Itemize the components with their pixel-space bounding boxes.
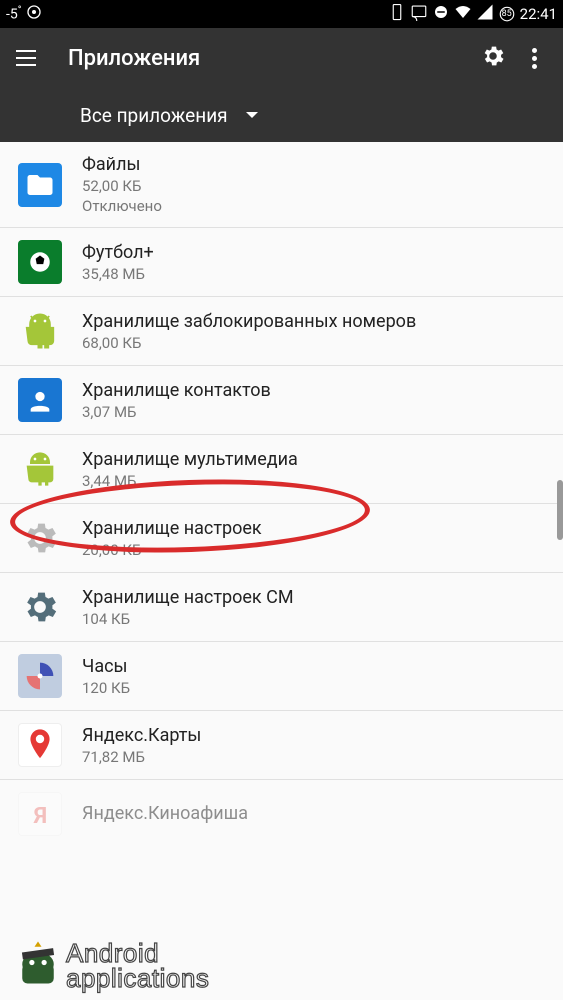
gear-gray-icon <box>18 516 62 560</box>
app-item-files[interactable]: Файлы 52,00 КБ Отключено <box>0 142 563 228</box>
app-item-yandex-cinema[interactable]: Я Яндекс.Киноафиша <box>0 780 563 848</box>
status-temperature: -5° <box>6 5 22 23</box>
chevron-down-icon <box>246 112 258 118</box>
page-title: Приложения <box>68 46 464 71</box>
app-item-cm-settings-storage[interactable]: Хранилище настроек CM 104 КБ <box>0 573 563 642</box>
app-status: Отключено <box>82 197 162 215</box>
app-size: 3,44 МБ <box>82 472 298 490</box>
contacts-icon <box>18 378 62 422</box>
app-size: 71,82 МБ <box>82 748 201 766</box>
app-item-blocked-storage[interactable]: Хранилище заблокированных номеров 68,00 … <box>0 297 563 366</box>
menu-icon[interactable] <box>16 46 40 70</box>
wifi-icon <box>454 3 472 25</box>
dnd-icon <box>432 3 450 25</box>
yandex-y-icon: Я <box>18 792 62 836</box>
app-item-yandex-maps[interactable]: Яндекс.Карты 71,82 МБ <box>0 711 563 780</box>
settings-icon[interactable] <box>480 43 506 73</box>
app-item-settings-storage[interactable]: Хранилище настроек 20,00 КБ <box>0 504 563 573</box>
yandex-pin-icon <box>18 723 62 767</box>
android-icon <box>18 447 62 491</box>
app-size: 52,00 КБ <box>82 177 162 195</box>
gear-dark-icon <box>18 585 62 629</box>
app-name: Хранилище настроек CM <box>82 587 294 608</box>
signal-icon <box>476 3 494 25</box>
app-name: Яндекс.Киноафиша <box>82 803 248 824</box>
filter-label: Все приложения <box>80 104 228 127</box>
folder-icon <box>18 163 62 207</box>
app-size: 35,48 МБ <box>82 265 154 283</box>
svg-text:Я: Я <box>33 803 47 829</box>
spinner-icon <box>26 4 42 24</box>
phone-icon <box>388 3 406 25</box>
app-size: 68,00 КБ <box>82 334 416 352</box>
app-item-football[interactable]: Футбол+ 35,48 МБ <box>0 228 563 297</box>
watermark: Android applications <box>10 938 209 994</box>
app-name: Часы <box>82 656 130 677</box>
filter-dropdown[interactable]: Все приложения <box>0 88 563 142</box>
cast-icon <box>410 3 428 25</box>
app-name: Хранилище настроек <box>82 518 262 539</box>
app-list: Файлы 52,00 КБ Отключено Футбол+ 35,48 М… <box>0 142 563 848</box>
app-name: Хранилище контактов <box>82 380 271 401</box>
app-size: 104 КБ <box>82 610 294 628</box>
app-name: Хранилище мультимедиа <box>82 449 298 470</box>
app-name: Хранилище заблокированных номеров <box>82 311 416 332</box>
app-size: 20,00 КБ <box>82 541 262 559</box>
app-item-media-storage[interactable]: Хранилище мультимедиа 3,44 МБ <box>0 435 563 504</box>
app-name: Файлы <box>82 154 162 175</box>
app-bar: Приложения <box>0 28 563 88</box>
app-size: 120 КБ <box>82 679 130 697</box>
status-bar: -5° 85 22:41 <box>0 0 563 28</box>
app-item-contacts-storage[interactable]: Хранилище контактов 3,07 МБ <box>0 366 563 435</box>
scrollbar-thumb[interactable] <box>557 480 563 540</box>
app-name: Яндекс.Карты <box>82 725 201 746</box>
overflow-icon[interactable] <box>522 42 547 75</box>
watermark-line2: applications <box>66 966 209 991</box>
android-icon <box>18 309 62 353</box>
battery-icon: 85 <box>498 5 516 23</box>
app-name: Футбол+ <box>82 242 154 263</box>
clock-icon <box>18 654 62 698</box>
pirate-droid-icon <box>10 938 66 994</box>
status-time: 22:41 <box>520 5 557 23</box>
football-icon <box>18 240 62 284</box>
app-size: 3,07 МБ <box>82 403 271 421</box>
app-item-clock[interactable]: Часы 120 КБ <box>0 642 563 711</box>
